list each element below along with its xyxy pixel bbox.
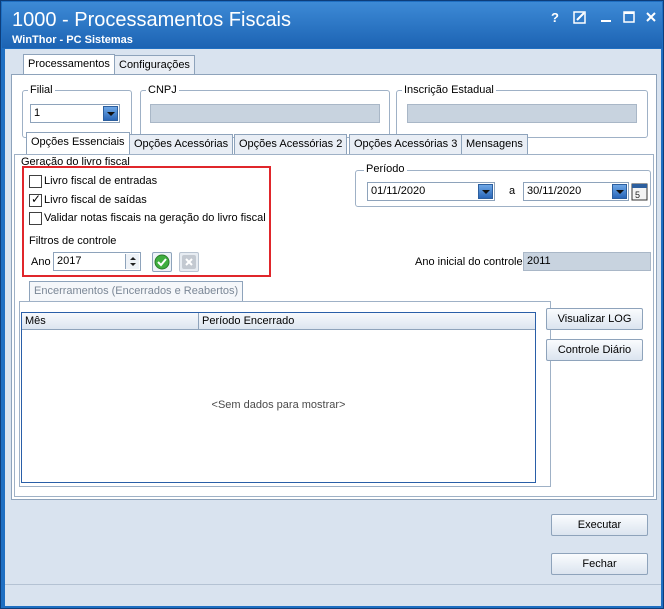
controle-diario-button[interactable]: Controle Diário xyxy=(546,339,643,361)
client-area: Processamentos Configurações Filial 1 CN… xyxy=(5,49,661,606)
empty-grid-message: <Sem dados para mostrar> xyxy=(211,399,346,411)
periodo-start-value: 01/11/2020 xyxy=(371,185,426,197)
help-icon[interactable]: ? xyxy=(547,10,563,26)
title-bar[interactable]: 1000 - Processamentos Fiscais WinThor - … xyxy=(2,2,662,48)
chevron-down-icon[interactable] xyxy=(103,106,118,121)
edit-window-icon[interactable] xyxy=(572,10,588,26)
column-header-periodo[interactable]: Período Encerrado xyxy=(199,313,535,330)
tab-opcoes-acessorias-2[interactable]: Opções Acessórias 2 xyxy=(234,134,348,154)
minimize-icon[interactable] xyxy=(598,10,614,26)
periodo-start-select[interactable]: 01/11/2020 xyxy=(367,182,495,201)
encerramentos-grid[interactable]: Mês Período Encerrado <Sem dados para mo… xyxy=(21,312,536,483)
inscricao-label: Inscrição Estadual xyxy=(402,84,496,96)
column-header-mes[interactable]: Mês xyxy=(22,313,199,330)
status-bar xyxy=(5,584,661,606)
ano-inicial-label: Ano inicial do controle xyxy=(415,256,523,268)
tab-opcoes-acessorias-3[interactable]: Opções Acessórias 3 xyxy=(349,134,463,154)
tab-mensagens[interactable]: Mensagens xyxy=(461,134,528,154)
maximize-icon[interactable] xyxy=(621,10,637,26)
inscricao-field xyxy=(407,104,637,123)
filial-select[interactable]: 1 xyxy=(30,104,120,123)
periodo-end-select[interactable]: 30/11/2020 xyxy=(523,182,629,201)
executar-button[interactable]: Executar xyxy=(551,514,648,536)
window-title: 1000 - Processamentos Fiscais xyxy=(12,9,292,31)
tab-configuracoes[interactable]: Configurações xyxy=(114,55,195,75)
window-subtitle: WinThor - PC Sistemas xyxy=(12,34,133,46)
processamentos-panel: Filial 1 CNPJ Inscrição Estadual Opções … xyxy=(11,74,657,500)
calendar-icon[interactable]: 5 xyxy=(630,181,649,201)
tab-opcoes-essenciais[interactable]: Opções Essenciais xyxy=(26,132,130,154)
periodo-label: Período xyxy=(364,163,407,175)
opcoes-essenciais-panel: Geração do livro fiscal Livro fiscal de … xyxy=(14,154,654,497)
periodo-end-value: 30/11/2020 xyxy=(527,185,582,197)
tab-processamentos[interactable]: Processamentos xyxy=(23,54,115,76)
tab-opcoes-acessorias[interactable]: Opções Acessórias xyxy=(129,134,234,154)
filial-value: 1 xyxy=(34,107,41,119)
svg-text:5: 5 xyxy=(635,190,640,200)
close-icon[interactable] xyxy=(643,10,659,26)
ano-inicial-field: 2011 xyxy=(523,252,651,271)
chevron-down-icon[interactable] xyxy=(612,184,627,199)
cnpj-label: CNPJ xyxy=(146,84,179,96)
periodo-separator: a xyxy=(509,185,516,197)
filial-label: Filial xyxy=(28,84,55,96)
cnpj-field xyxy=(150,104,380,123)
fechar-button[interactable]: Fechar xyxy=(551,553,648,575)
tab-encerramentos[interactable]: Encerramentos (Encerrados e Reabertos) xyxy=(29,281,244,301)
visualizar-log-button[interactable]: Visualizar LOG xyxy=(546,308,643,330)
grid-header: Mês Período Encerrado xyxy=(22,313,535,330)
app-window: 1000 - Processamentos Fiscais WinThor - … xyxy=(0,0,664,609)
chevron-down-icon[interactable] xyxy=(478,184,493,199)
highlight-box xyxy=(22,166,271,277)
